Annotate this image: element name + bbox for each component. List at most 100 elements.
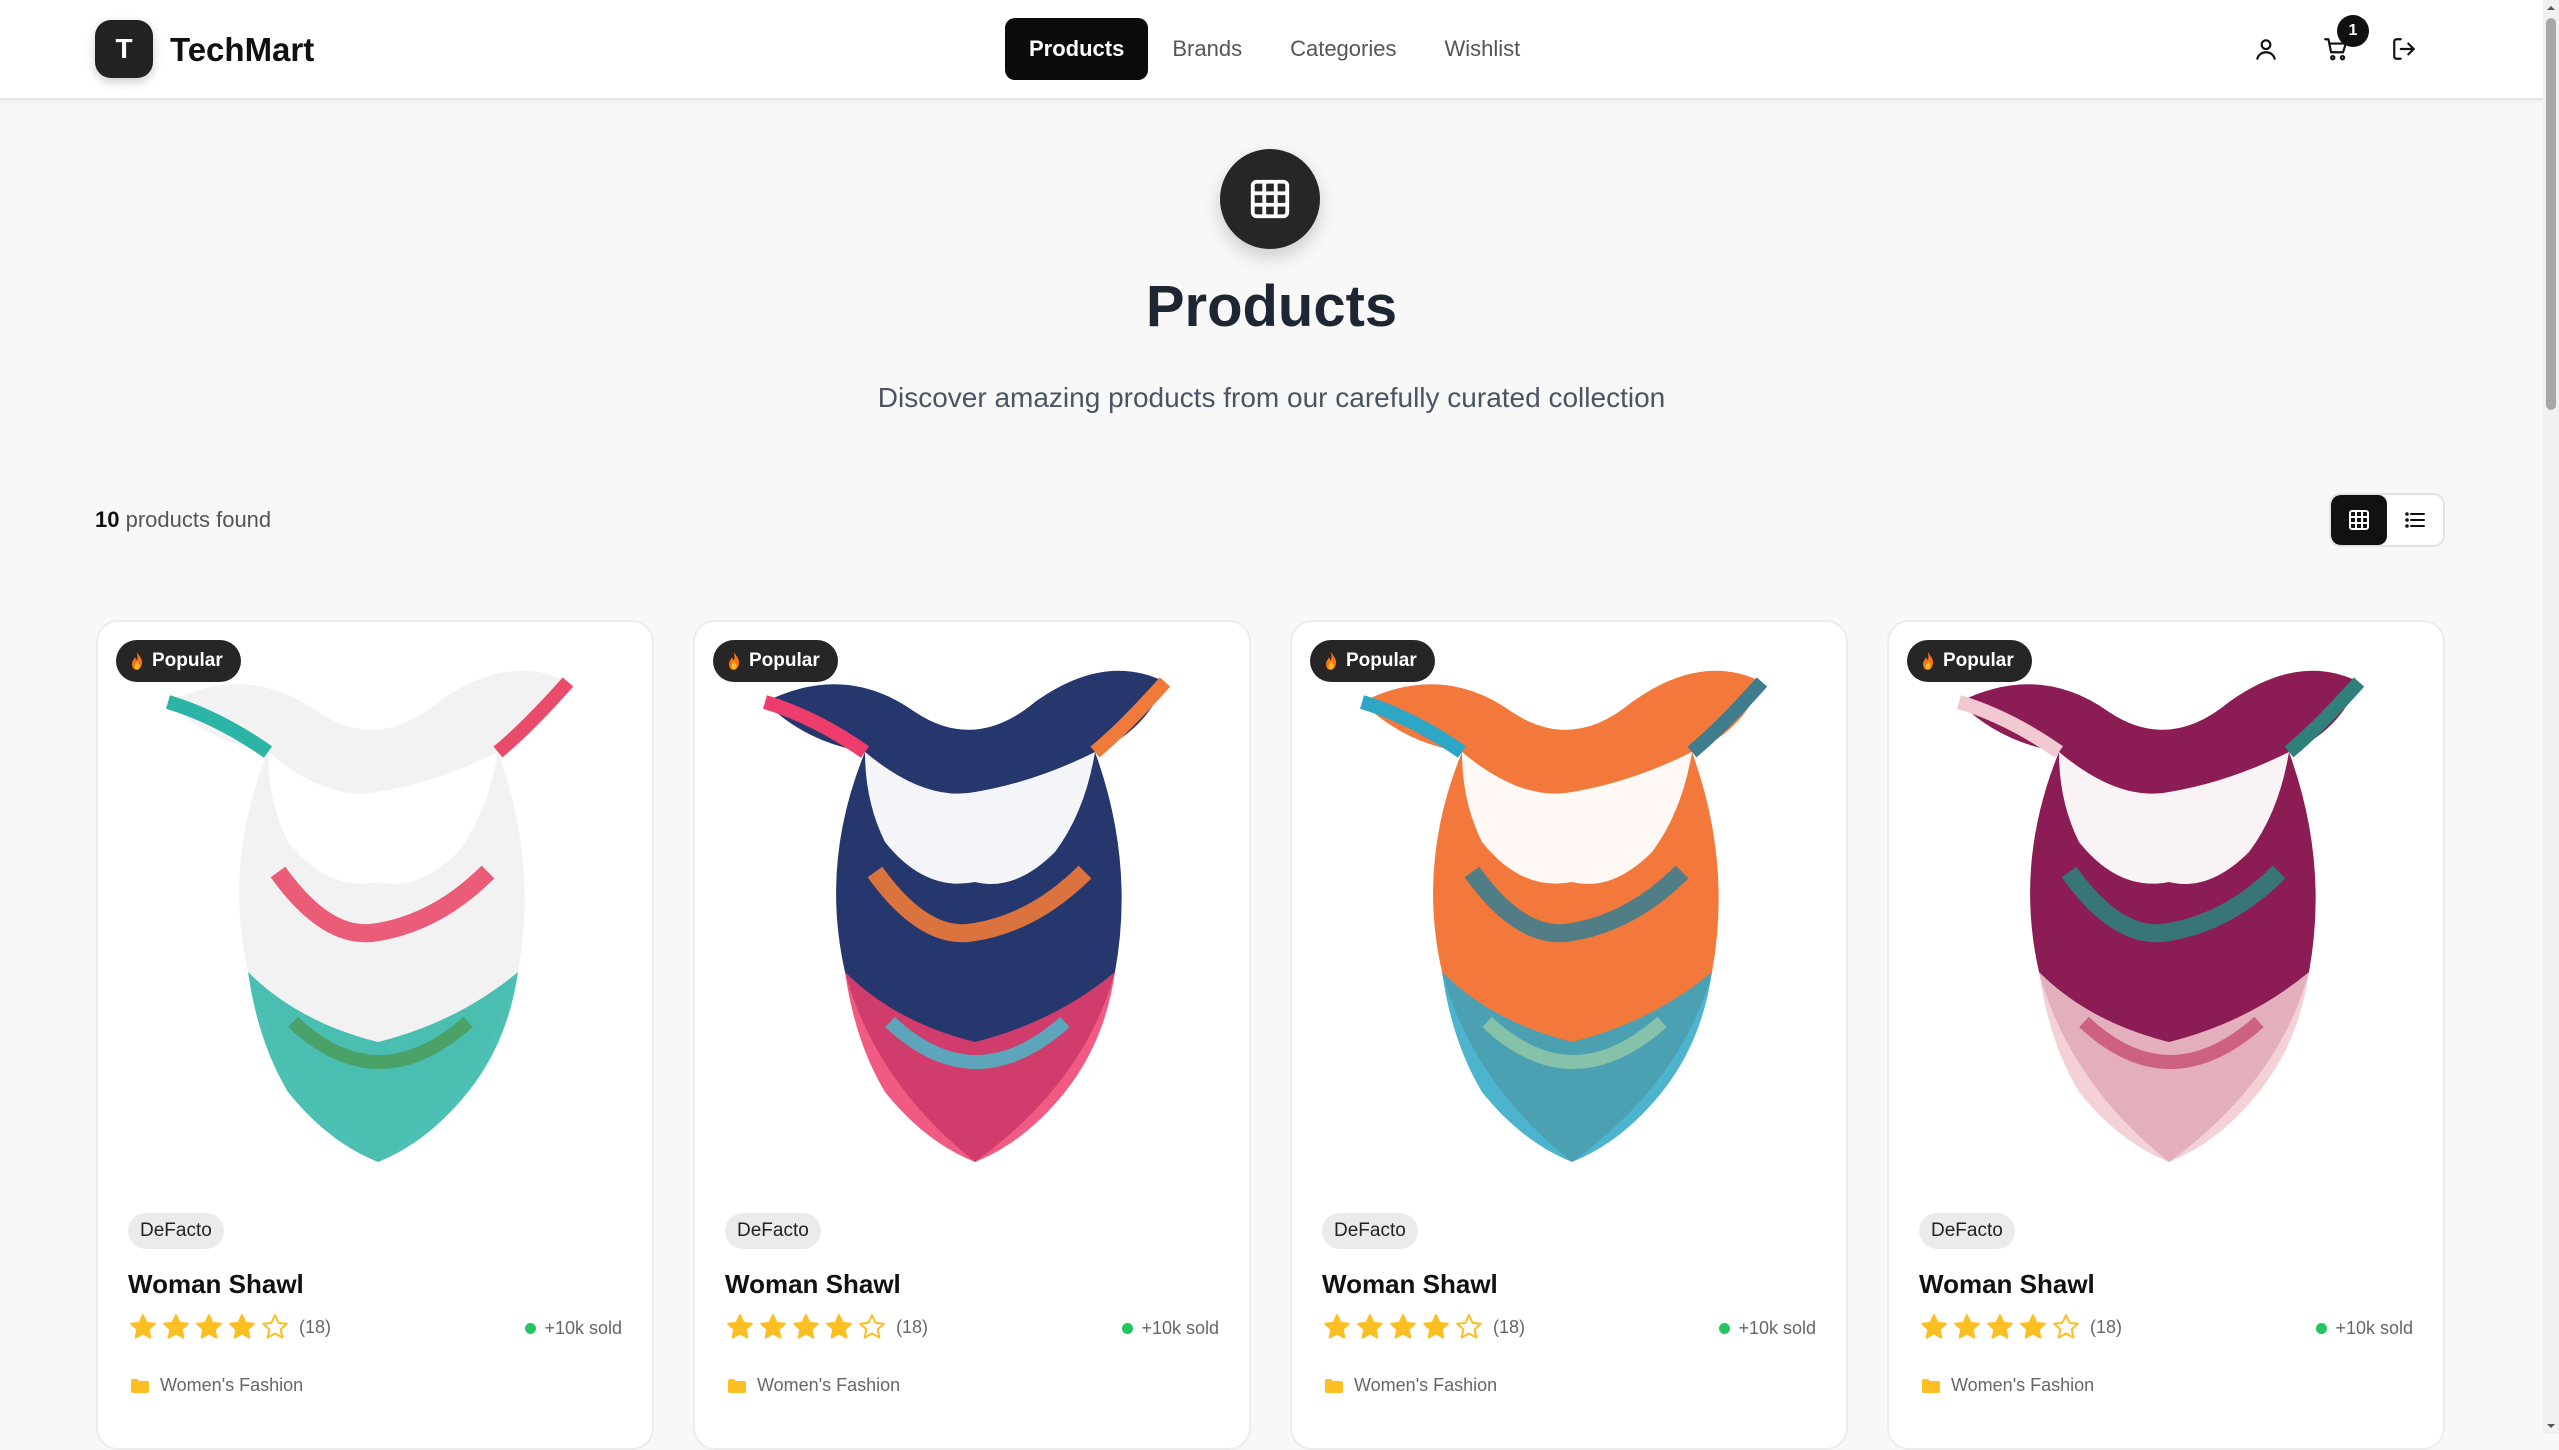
sold-dot-icon: [2316, 1323, 2328, 1334]
page-subtitle: Discover amazing products from our caref…: [877, 382, 1666, 413]
star-icon: [130, 1314, 156, 1339]
sold-count: +10k sold: [1738, 1318, 1816, 1338]
star-icon: [760, 1314, 786, 1339]
flame-icon: [1923, 652, 1934, 670]
logout-icon[interactable]: [2385, 30, 2423, 68]
rating-stars: (18): [1919, 1312, 2122, 1342]
category-label: Women's Fashion: [1951, 1375, 2095, 1395]
sold-count: +10k sold: [2335, 1318, 2413, 1338]
rating-count: (18): [1493, 1316, 1526, 1337]
star-icon: [1423, 1314, 1449, 1339]
cart-count-badge: 1: [2337, 15, 2369, 47]
sold-indicator: +10k sold: [2316, 1318, 2413, 1339]
category-label: Women's Fashion: [757, 1375, 901, 1395]
star-icon: [859, 1314, 885, 1339]
user-icon[interactable]: [2247, 30, 2285, 68]
logo-badge[interactable]: T: [95, 20, 153, 78]
rating-count: (18): [299, 1316, 332, 1337]
star-icon: [1456, 1314, 1482, 1339]
sold-dot-icon: [1719, 1323, 1731, 1334]
popular-badge-label: Popular: [749, 650, 820, 671]
rating-count: (18): [896, 1316, 929, 1337]
list-view-icon[interactable]: [2387, 495, 2443, 545]
star-icon: [727, 1314, 753, 1339]
product-image[interactable]: [1322, 642, 1822, 1182]
star-icon: [163, 1314, 189, 1339]
star-icon: [229, 1314, 255, 1339]
category-tag[interactable]: Women's Fashion: [130, 1375, 303, 1396]
sold-indicator: +10k sold: [1719, 1318, 1816, 1339]
category-tag[interactable]: Women's Fashion: [1324, 1375, 1497, 1396]
sold-indicator: +10k sold: [1122, 1318, 1219, 1339]
view-toggle: [2329, 493, 2445, 547]
popular-badge-label: Popular: [1346, 650, 1417, 671]
folder-icon: [131, 1378, 149, 1393]
star-icon: [262, 1314, 288, 1339]
star-icon: [1390, 1314, 1416, 1339]
sold-count: +10k sold: [1141, 1318, 1219, 1338]
brand-tag[interactable]: DeFacto: [1322, 1213, 1418, 1249]
product-name[interactable]: Woman Shawl: [1919, 1268, 2095, 1300]
folder-icon: [728, 1378, 746, 1393]
category-label: Women's Fashion: [1354, 1375, 1498, 1395]
scroll-down-arrow-icon[interactable]: [2543, 1418, 2559, 1434]
results-suffix: products found: [125, 507, 272, 532]
product-card[interactable]: Popular DeFacto Woman Shawl (18) +10k sold Wo…: [96, 620, 654, 1450]
product-name[interactable]: Woman Shawl: [1322, 1268, 1498, 1300]
star-icon: [826, 1314, 852, 1339]
flame-icon: [729, 652, 740, 670]
product-card[interactable]: Popular DeFacto Woman Shawl (18) +10k sold Wo…: [693, 620, 1251, 1450]
brand-tag[interactable]: DeFacto: [725, 1213, 821, 1249]
star-icon: [1921, 1314, 1947, 1339]
brand-name[interactable]: TechMart: [170, 30, 314, 70]
popular-badge: Popular: [1310, 640, 1435, 682]
grid-icon: [1220, 149, 1320, 249]
rating-stars: (18): [725, 1312, 928, 1342]
brand-tag[interactable]: DeFacto: [128, 1213, 224, 1249]
category-tag[interactable]: Women's Fashion: [1921, 1375, 2094, 1396]
star-icon: [793, 1314, 819, 1339]
rating-stars: (18): [1322, 1312, 1525, 1342]
popular-badge: Popular: [116, 640, 241, 682]
product-name[interactable]: Woman Shawl: [725, 1268, 901, 1300]
product-card[interactable]: Popular DeFacto Woman Shawl (18) +10k sold Wo…: [1290, 620, 1848, 1450]
product-image[interactable]: [128, 642, 628, 1182]
sold-dot-icon: [1122, 1323, 1134, 1334]
brand-tag[interactable]: DeFacto: [1919, 1213, 2015, 1249]
grid-view-icon[interactable]: [2331, 495, 2387, 545]
star-icon: [2020, 1314, 2046, 1339]
scroll-up-arrow-icon[interactable]: [2543, 0, 2559, 16]
sold-count: +10k sold: [544, 1318, 622, 1338]
sold-indicator: +10k sold: [525, 1318, 622, 1339]
folder-icon: [1325, 1378, 1343, 1393]
nav-wishlist[interactable]: Wishlist: [1420, 18, 1544, 80]
popular-badge-label: Popular: [152, 650, 223, 671]
product-card[interactable]: Popular DeFacto Woman Shawl (18) +10k sold Wo…: [1887, 620, 2445, 1450]
star-icon: [1954, 1314, 1980, 1339]
main-nav: Products Brands Categories Wishlist: [1005, 18, 1544, 80]
page-title: Products: [1145, 274, 1398, 339]
flame-icon: [132, 652, 143, 670]
folder-icon: [1922, 1378, 1940, 1393]
results-number: 10: [95, 507, 120, 532]
star-icon: [196, 1314, 222, 1339]
sold-dot-icon: [525, 1323, 537, 1334]
nav-categories[interactable]: Categories: [1266, 18, 1420, 80]
star-icon: [2053, 1314, 2079, 1339]
popular-badge: Popular: [1907, 640, 2032, 682]
product-image[interactable]: [1919, 642, 2419, 1182]
popular-badge-label: Popular: [1943, 650, 2014, 671]
popular-badge: Popular: [713, 640, 838, 682]
nav-brands[interactable]: Brands: [1148, 18, 1266, 80]
rating-stars: (18): [128, 1312, 331, 1342]
results-count: 10 products found: [95, 505, 271, 535]
product-image[interactable]: [725, 642, 1225, 1182]
top-navbar: T TechMart Products Brands Categories Wi…: [0, 0, 2543, 100]
category-label: Women's Fashion: [160, 1375, 304, 1395]
nav-products[interactable]: Products: [1005, 18, 1149, 80]
product-name[interactable]: Woman Shawl: [128, 1268, 304, 1300]
rating-count: (18): [2090, 1316, 2123, 1337]
star-icon: [1324, 1314, 1350, 1339]
category-tag[interactable]: Women's Fashion: [727, 1375, 900, 1396]
scrollbar-thumb[interactable]: [2546, 18, 2556, 410]
